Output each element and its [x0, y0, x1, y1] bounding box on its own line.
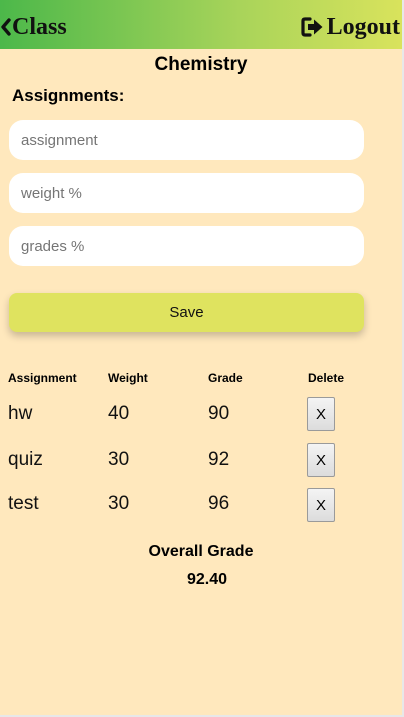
back-to-class-link[interactable]: Class: [0, 12, 67, 42]
assignments-section-title: Assignments:: [12, 86, 125, 105]
delete-button[interactable]: X: [307, 397, 335, 431]
overall-grade-value: 92.40: [186, 571, 228, 588]
back-link-label: Class: [12, 13, 67, 40]
assignment-weight: 30: [108, 493, 130, 514]
column-header-grade: Grade: [208, 371, 243, 385]
app-header: Class Logout: [0, 0, 402, 49]
assignment-grade: 96: [208, 493, 230, 514]
column-header-delete: Delete: [308, 371, 345, 385]
logout-label: Logout: [326, 13, 400, 40]
assignment-name: hw: [8, 403, 33, 424]
grade-input[interactable]: [9, 226, 364, 266]
sign-out-icon: [300, 16, 324, 38]
logout-link[interactable]: Logout: [300, 12, 400, 42]
delete-button[interactable]: X: [307, 443, 335, 477]
chevron-left-icon: [0, 18, 11, 36]
overall-grade-label: Overall Grade: [148, 543, 254, 560]
assignment-input[interactable]: [9, 120, 364, 160]
weight-input[interactable]: [9, 173, 364, 213]
assignment-weight: 40: [108, 403, 130, 424]
assignment-name: quiz: [8, 449, 43, 470]
page-title: Chemistry: [154, 54, 248, 75]
column-header-weight: Weight: [108, 371, 148, 385]
delete-button[interactable]: X: [307, 488, 335, 522]
assignment-name: test: [8, 493, 39, 514]
assignment-grade: 90: [208, 403, 230, 424]
column-header-assignment: Assignment: [8, 371, 77, 385]
assignment-grade: 92: [208, 449, 230, 470]
assignment-weight: 30: [108, 449, 130, 470]
save-button[interactable]: Save: [9, 293, 364, 332]
